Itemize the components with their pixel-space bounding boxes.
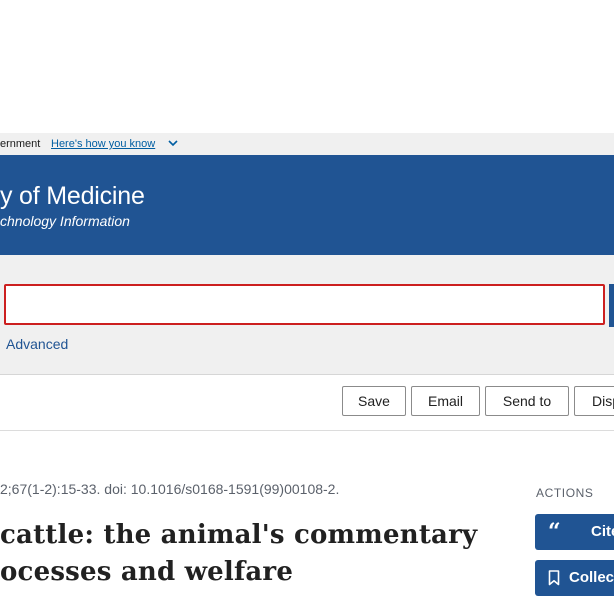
collections-label: Collections bbox=[569, 569, 614, 586]
cite-label: Cite bbox=[591, 523, 614, 540]
search-input[interactable] bbox=[4, 284, 605, 325]
send-to-button[interactable]: Send to bbox=[485, 386, 569, 416]
bookmark-icon bbox=[548, 570, 560, 586]
gov-banner: ernment Here's how you know bbox=[0, 133, 614, 155]
quote-icon: “ bbox=[548, 519, 561, 545]
article-title-line-1: cattle: the animal's commentary bbox=[0, 520, 478, 550]
save-button[interactable]: Save bbox=[342, 386, 406, 416]
advanced-search-link[interactable]: Advanced bbox=[6, 336, 68, 352]
search-section: Advanced bbox=[0, 255, 614, 375]
article-citation: 2;67(1-2):15-33. doi: 10.1016/s0168-1591… bbox=[0, 481, 340, 497]
header-subtitle: chnology Information bbox=[0, 213, 130, 229]
chevron-down-icon[interactable] bbox=[167, 137, 179, 149]
gov-banner-text: ernment bbox=[0, 138, 41, 150]
collections-button[interactable]: Collections bbox=[535, 560, 614, 596]
heres-how-you-know-link[interactable]: Here's how you know bbox=[51, 133, 155, 155]
article-title-line-2: ocesses and welfare bbox=[0, 557, 294, 587]
cite-button[interactable]: “ Cite bbox=[535, 514, 614, 550]
actions-heading: ACTIONS bbox=[536, 486, 594, 500]
search-button[interactable] bbox=[609, 284, 614, 327]
header-title[interactable]: y of Medicine bbox=[0, 182, 145, 211]
email-button[interactable]: Email bbox=[411, 386, 480, 416]
article-toolbar: Save Email Send to Disp bbox=[0, 375, 614, 431]
display-options-button[interactable]: Disp bbox=[574, 386, 614, 416]
site-header: y of Medicine chnology Information bbox=[0, 155, 614, 255]
